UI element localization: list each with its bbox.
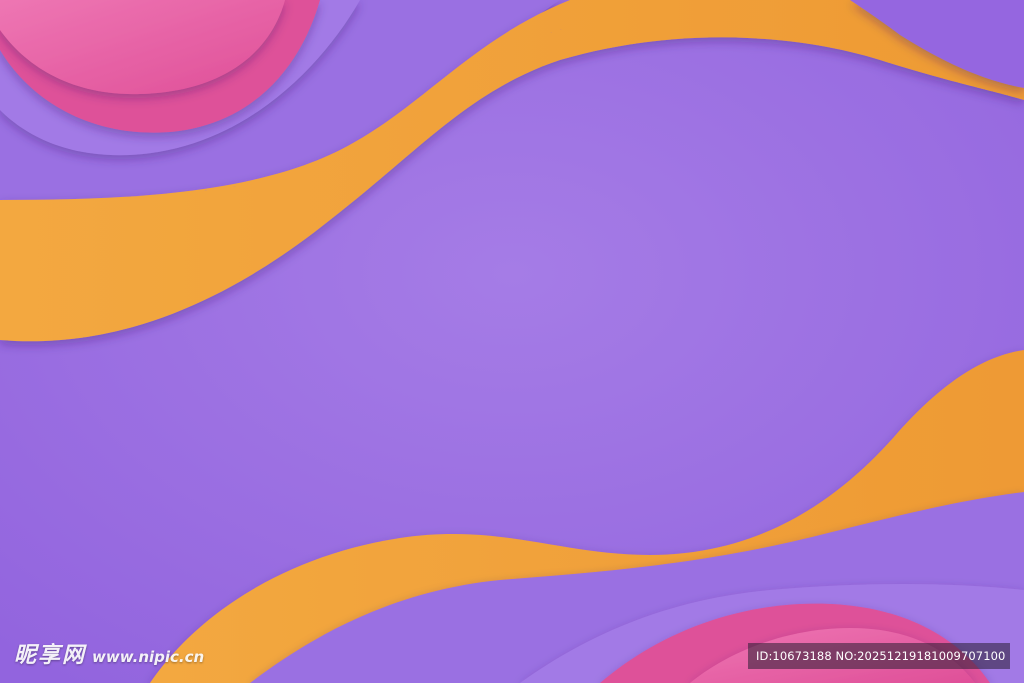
watermark-logo: 昵享网 www.nipic.cn — [14, 637, 204, 669]
watermark-url: www.nipic.cn — [92, 648, 205, 666]
abstract-wave-background — [0, 0, 1024, 683]
canvas: 昵享网 www.nipic.cn ID:10673188 NO:20251219… — [0, 0, 1024, 683]
watermark-logo-text: 昵享网 — [14, 643, 87, 668]
watermark-id-badge: ID:10673188 NO:20251219181009707100 — [748, 643, 1010, 669]
